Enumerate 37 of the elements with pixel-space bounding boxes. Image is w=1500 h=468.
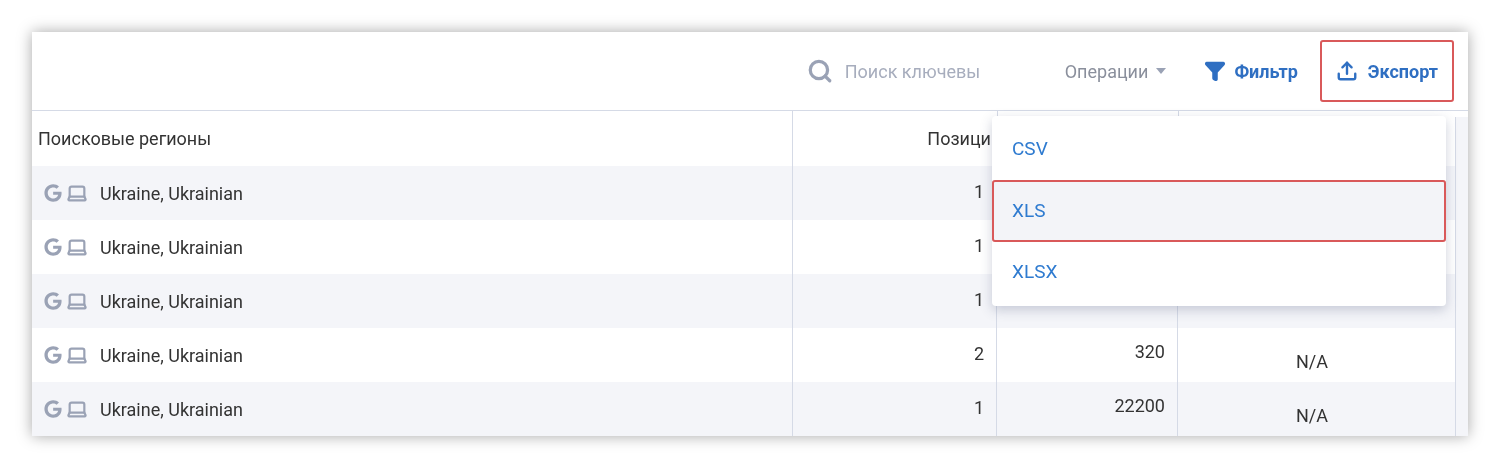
- google-icon: [44, 184, 62, 202]
- region-text: Ukraine, Ukrainian: [100, 397, 243, 422]
- laptop-icon: [66, 182, 88, 204]
- laptop-icon: [66, 344, 88, 366]
- table-cell-text: 22200: [1114, 394, 1165, 418]
- search-field[interactable]: Поиск ключевы: [844, 57, 1045, 85]
- menu-item[interactable]: CSV: [992, 119, 1446, 181]
- google-icon: [44, 292, 62, 310]
- scrollbar[interactable]: [1455, 117, 1468, 436]
- table-cell-text: N/A: [1296, 350, 1328, 374]
- filter-icon: [1204, 60, 1227, 82]
- upload-icon: [1335, 60, 1358, 82]
- filter-button[interactable]: Фильтр: [1204, 57, 1298, 85]
- table-cell-text: 1: [973, 234, 984, 258]
- laptop-icon: [66, 398, 88, 420]
- region-text: Ukraine, Ukrainian: [100, 343, 243, 368]
- google-icon: [44, 400, 62, 418]
- caret-icon: [1156, 68, 1167, 74]
- google-icon: [44, 346, 62, 364]
- region-text: Ukraine, Ukrainian: [100, 235, 243, 260]
- laptop-icon: [66, 290, 88, 312]
- region-text: Ukraine, Ukrainian: [100, 181, 243, 206]
- menu-item[interactable]: XLS: [992, 180, 1446, 242]
- laptop-icon: [66, 236, 88, 258]
- operations-dropdown[interactable]: Операции: [1064, 57, 1167, 85]
- table-cell-text: 2: [973, 342, 984, 366]
- table-cell-text: 320: [1134, 340, 1165, 364]
- google-icon: [44, 238, 62, 256]
- table-cell-text: N/A: [1296, 404, 1328, 428]
- menu-item[interactable]: XLSX: [992, 241, 1446, 303]
- table-cell-text: 1: [973, 396, 984, 420]
- table-cell-text: 1: [973, 288, 984, 312]
- column-header: Позици: [926, 127, 992, 151]
- region-text: Ukraine, Ukrainian: [100, 289, 243, 314]
- table-cell-text: 1: [973, 180, 984, 204]
- search-icon: [806, 58, 833, 84]
- export-button[interactable]: Экспорт: [1319, 40, 1454, 102]
